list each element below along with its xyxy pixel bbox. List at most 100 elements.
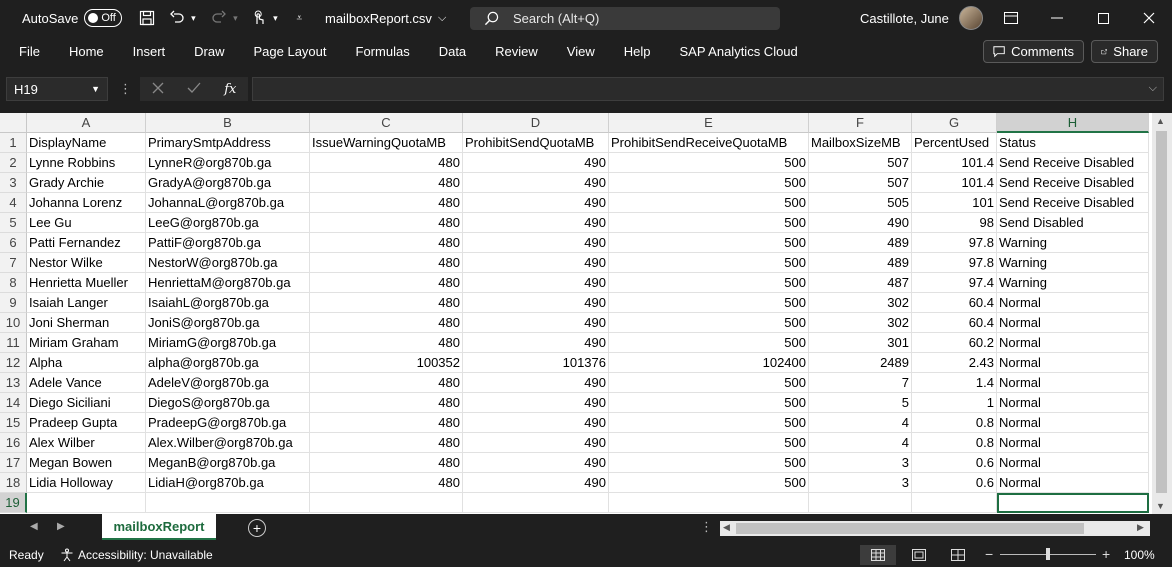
row-header-7[interactable]: 7: [0, 253, 27, 273]
more-options-icon[interactable]: ⋮: [119, 81, 132, 97]
table-cell[interactable]: [809, 493, 912, 513]
menu-help[interactable]: Help: [624, 44, 651, 59]
name-box[interactable]: H19 ▼: [6, 77, 108, 101]
select-all-corner[interactable]: [0, 113, 27, 133]
table-cell[interactable]: 490: [463, 233, 609, 253]
table-cell[interactable]: 490: [463, 473, 609, 493]
search-box[interactable]: Search (Alt+Q): [470, 7, 780, 30]
table-cell[interactable]: 490: [463, 213, 609, 233]
table-cell[interactable]: 97.8: [912, 253, 997, 273]
header-cell[interactable]: DisplayName: [27, 133, 146, 153]
table-cell[interactable]: 500: [609, 193, 809, 213]
table-cell[interactable]: Lynne Robbins: [27, 153, 146, 173]
table-cell[interactable]: Joni Sherman: [27, 313, 146, 333]
table-cell[interactable]: 480: [310, 173, 463, 193]
tab-next-icon[interactable]: ▶: [57, 521, 65, 532]
table-cell[interactable]: Alex Wilber: [27, 433, 146, 453]
column-header-e[interactable]: E: [609, 113, 809, 133]
more-options-icon[interactable]: ⋮: [700, 519, 713, 535]
table-cell[interactable]: Normal: [997, 293, 1149, 313]
table-cell[interactable]: 100352: [310, 353, 463, 373]
column-header-a[interactable]: A: [27, 113, 146, 133]
enter-icon[interactable]: [187, 82, 201, 97]
table-cell[interactable]: 60.2: [912, 333, 997, 353]
table-cell[interactable]: 480: [310, 153, 463, 173]
header-cell[interactable]: ProhibitSendQuotaMB: [463, 133, 609, 153]
row-header-12[interactable]: 12: [0, 353, 27, 373]
table-cell[interactable]: 500: [609, 433, 809, 453]
row-header-3[interactable]: 3: [0, 173, 27, 193]
expand-formula-bar-icon[interactable]: ⌵: [1149, 82, 1157, 95]
file-name[interactable]: mailboxReport.csv ⌵: [325, 0, 446, 36]
table-cell[interactable]: Normal: [997, 333, 1149, 353]
row-header-11[interactable]: 11: [0, 333, 27, 353]
table-cell[interactable]: 480: [310, 373, 463, 393]
vertical-scrollbar[interactable]: ▲ ▼: [1152, 113, 1172, 514]
table-cell[interactable]: 500: [609, 233, 809, 253]
table-cell[interactable]: 480: [310, 393, 463, 413]
row-header-16[interactable]: 16: [0, 433, 27, 453]
row-header-2[interactable]: 2: [0, 153, 27, 173]
header-cell[interactable]: PrimarySmtpAddress: [146, 133, 310, 153]
table-cell[interactable]: Diego Siciliani: [27, 393, 146, 413]
table-cell[interactable]: Warning: [997, 233, 1149, 253]
table-cell[interactable]: PradeepG@org870b.ga: [146, 413, 310, 433]
table-cell[interactable]: 480: [310, 333, 463, 353]
accessibility-status[interactable]: Accessibility: Unavailable: [60, 548, 213, 562]
column-header-h[interactable]: H: [997, 113, 1149, 133]
table-cell[interactable]: 490: [463, 253, 609, 273]
table-cell[interactable]: Send Receive Disabled: [997, 193, 1149, 213]
table-cell[interactable]: 480: [310, 413, 463, 433]
table-cell[interactable]: JoniS@org870b.ga: [146, 313, 310, 333]
normal-view-icon[interactable]: [860, 545, 896, 565]
table-cell[interactable]: Normal: [997, 413, 1149, 433]
autosave-toggle[interactable]: Off: [84, 9, 123, 27]
row-header-8[interactable]: 8: [0, 273, 27, 293]
chevron-down-icon[interactable]: ▾: [230, 7, 240, 29]
column-header-g[interactable]: G: [912, 113, 997, 133]
table-cell[interactable]: 97.8: [912, 233, 997, 253]
row-header-13[interactable]: 13: [0, 373, 27, 393]
table-cell[interactable]: Normal: [997, 313, 1149, 333]
table-cell[interactable]: NestorW@org870b.ga: [146, 253, 310, 273]
table-cell[interactable]: Patti Fernandez: [27, 233, 146, 253]
insert-function-icon[interactable]: fx: [224, 82, 236, 97]
table-cell[interactable]: 500: [609, 213, 809, 233]
table-cell[interactable]: 101.4: [912, 173, 997, 193]
customize-toolbar-icon[interactable]: ⩡: [288, 7, 310, 29]
chevron-down-icon[interactable]: ▼: [91, 84, 100, 94]
table-cell[interactable]: Isaiah Langer: [27, 293, 146, 313]
table-cell[interactable]: LidiaH@org870b.ga: [146, 473, 310, 493]
table-cell[interactable]: 500: [609, 273, 809, 293]
add-sheet-icon[interactable]: +: [248, 519, 266, 537]
zoom-level[interactable]: 100%: [1124, 548, 1155, 562]
tab-mailbox-report[interactable]: mailboxReport: [102, 514, 216, 540]
table-cell[interactable]: MeganB@org870b.ga: [146, 453, 310, 473]
menu-sap-analytics-cloud[interactable]: SAP Analytics Cloud: [680, 44, 798, 59]
table-cell[interactable]: 500: [609, 473, 809, 493]
table-cell[interactable]: 98: [912, 213, 997, 233]
ribbon-display-icon[interactable]: [988, 0, 1034, 36]
table-cell[interactable]: 500: [609, 373, 809, 393]
table-cell[interactable]: 2489: [809, 353, 912, 373]
zoom-slider-handle[interactable]: [1046, 548, 1050, 560]
table-cell[interactable]: 480: [310, 233, 463, 253]
table-cell[interactable]: Send Receive Disabled: [997, 173, 1149, 193]
menu-file[interactable]: File: [19, 44, 40, 59]
table-cell[interactable]: [463, 493, 609, 513]
table-cell[interactable]: 480: [310, 273, 463, 293]
menu-draw[interactable]: Draw: [194, 44, 224, 59]
table-cell[interactable]: PattiF@org870b.ga: [146, 233, 310, 253]
menu-view[interactable]: View: [567, 44, 595, 59]
menu-formulas[interactable]: Formulas: [356, 44, 410, 59]
table-cell[interactable]: 7: [809, 373, 912, 393]
table-cell[interactable]: 490: [463, 173, 609, 193]
scroll-right-icon[interactable]: ▶: [1137, 522, 1144, 533]
menu-home[interactable]: Home: [69, 44, 104, 59]
table-cell[interactable]: 302: [809, 293, 912, 313]
table-cell[interactable]: Miriam Graham: [27, 333, 146, 353]
table-cell[interactable]: 480: [310, 313, 463, 333]
row-header-19[interactable]: 19: [0, 493, 27, 513]
table-cell[interactable]: 60.4: [912, 293, 997, 313]
table-cell[interactable]: 500: [609, 153, 809, 173]
